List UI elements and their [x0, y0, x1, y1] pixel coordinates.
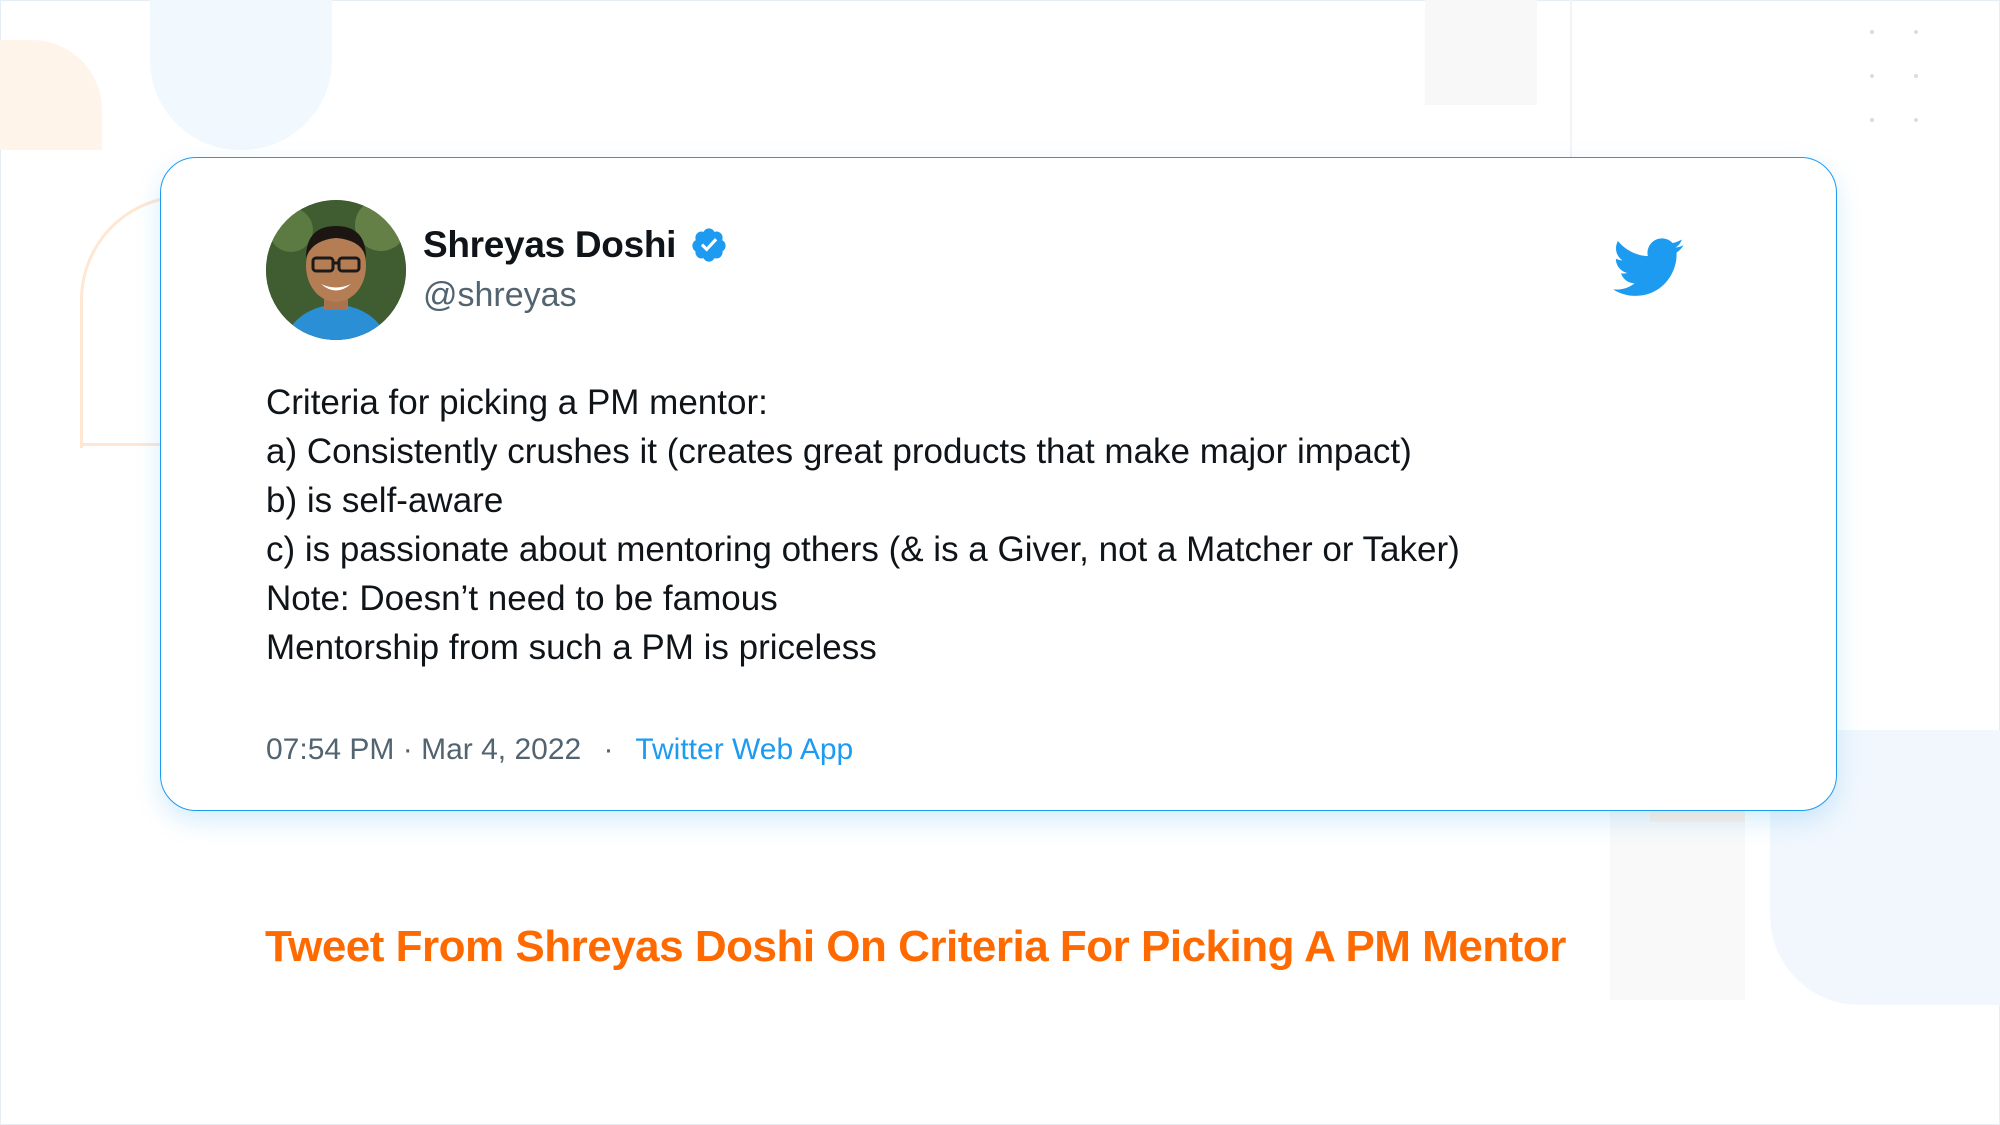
tweet-line: a) Consistently crushes it (creates grea…: [266, 432, 1412, 471]
tweet-line: b) is self-aware: [266, 481, 504, 520]
tweet-metadata: 07:54 PM · Mar 4, 2022 · Twitter Web App: [266, 733, 853, 767]
verified-badge-icon: [692, 228, 726, 262]
background-dot-grid: [1868, 30, 1928, 130]
tweet-body: Criteria for picking a PM mentor: a) Con…: [266, 378, 1716, 672]
dot: [1914, 30, 1918, 34]
date-source-separator: ·: [603, 733, 614, 766]
tweet-line: Mentorship from such a PM is priceless: [266, 628, 877, 667]
dot: [1870, 118, 1874, 122]
tweet-date[interactable]: Mar 4, 2022: [421, 733, 581, 766]
author-name[interactable]: Shreyas Doshi: [423, 224, 676, 266]
tweet-time[interactable]: 07:54 PM: [266, 733, 394, 766]
twitter-bird-icon[interactable]: [1613, 238, 1685, 298]
dot: [1870, 30, 1874, 34]
profile-photo: [266, 200, 406, 340]
time-date-separator: ·: [402, 733, 413, 766]
dot: [1870, 74, 1874, 78]
dot: [1914, 118, 1918, 122]
background-shape: [1425, 0, 1537, 105]
tweet-source-link[interactable]: Twitter Web App: [635, 733, 853, 766]
tweet-line: Note: Doesn’t need to be famous: [266, 579, 778, 618]
tweet-line: c) is passionate about mentoring others …: [266, 530, 1460, 569]
author-name-row: Shreyas Doshi: [423, 220, 728, 270]
dot: [1914, 74, 1918, 78]
avatar[interactable]: [266, 200, 406, 340]
tweet-line: Criteria for picking a PM mentor:: [266, 383, 768, 422]
tweet-card: Shreyas Doshi @shreyas Criteria for pick…: [160, 157, 1837, 811]
author-handle[interactable]: @shreyas: [423, 276, 577, 315]
image-caption: Tweet From Shreyas Doshi On Criteria For…: [265, 922, 1566, 971]
